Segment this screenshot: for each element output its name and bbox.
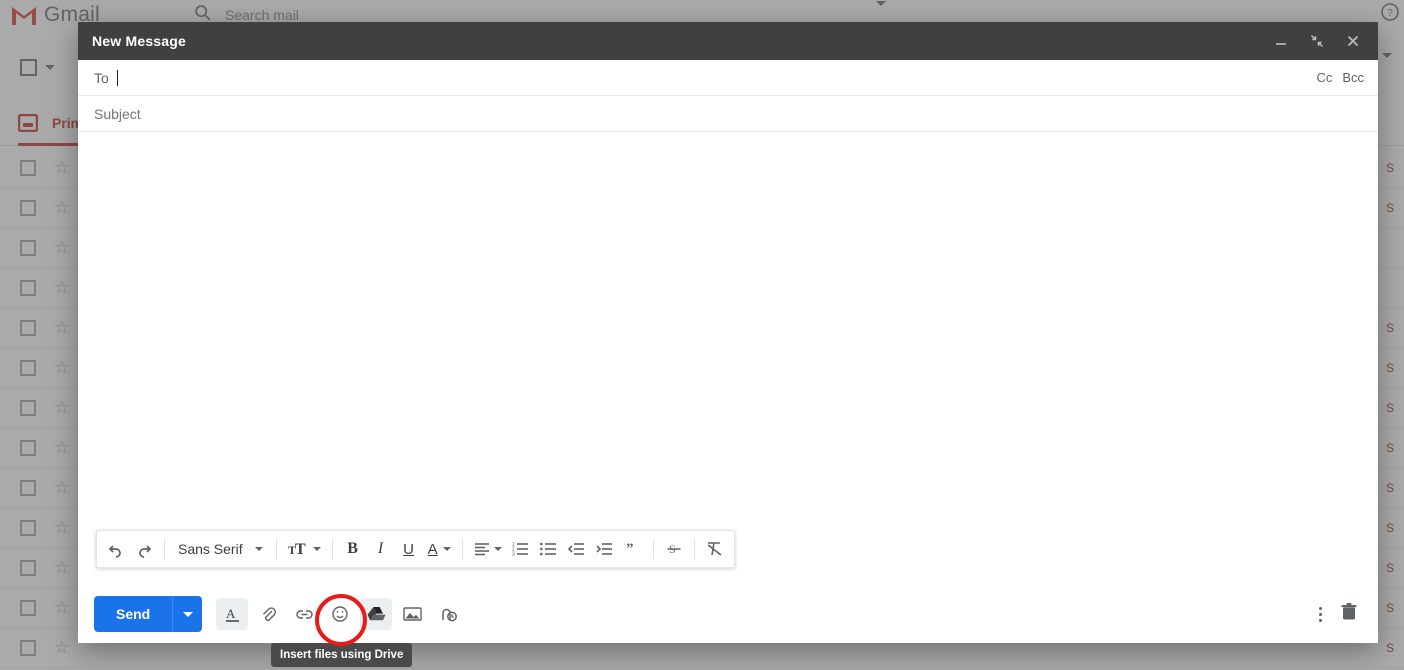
send-button[interactable]: Send xyxy=(94,596,173,632)
cc-button[interactable]: Cc xyxy=(1316,70,1332,85)
insert-link-icon[interactable] xyxy=(288,598,320,630)
more-options-icon[interactable] xyxy=(1319,606,1322,622)
confidential-mode-icon[interactable] xyxy=(432,598,464,630)
message-body-input[interactable] xyxy=(78,132,1378,585)
formatting-toolbar: Sans Serif T T B I U A 123 ” S xyxy=(96,530,735,568)
insert-emoji-icon[interactable] xyxy=(324,598,356,630)
svg-text:”: ” xyxy=(626,542,634,556)
compose-header: New Message xyxy=(78,22,1378,60)
compose-action-bar: Send A xyxy=(78,585,1378,643)
remove-formatting-icon[interactable] xyxy=(702,534,728,564)
underline-button[interactable]: U xyxy=(396,534,422,564)
indent-more-icon[interactable] xyxy=(592,534,618,564)
insert-drive-icon[interactable] xyxy=(360,598,393,630)
text-color-letter: A xyxy=(427,540,438,558)
toolbar-divider xyxy=(331,539,333,559)
toolbar-divider xyxy=(461,539,463,559)
send-options-button[interactable] xyxy=(172,596,203,632)
to-field-row[interactable]: To Cc Bcc xyxy=(78,60,1378,96)
compose-title: New Message xyxy=(92,33,187,49)
exit-fullscreen-button[interactable] xyxy=(1308,32,1326,50)
bold-button[interactable]: B xyxy=(340,534,366,564)
toolbar-divider xyxy=(693,539,695,559)
text-color-button[interactable]: A xyxy=(424,534,455,564)
chevron-down-icon xyxy=(182,611,193,617)
toolbar-divider xyxy=(275,539,277,559)
strikethrough-icon[interactable]: S xyxy=(661,534,687,564)
to-label: To xyxy=(94,69,109,86)
text-cursor xyxy=(116,69,118,86)
chevron-down-icon xyxy=(254,547,263,551)
italic-button[interactable]: I xyxy=(368,534,394,564)
font-family-value: Sans Serif xyxy=(178,541,243,557)
bulleted-list-icon[interactable] xyxy=(536,534,562,564)
indent-less-icon[interactable] xyxy=(564,534,590,564)
svg-text:T: T xyxy=(295,541,306,558)
svg-text:3: 3 xyxy=(512,552,515,557)
insert-photo-icon[interactable] xyxy=(396,598,428,630)
subject-placeholder: Subject xyxy=(94,105,141,122)
subject-field-row[interactable]: Subject xyxy=(78,96,1378,132)
close-button[interactable] xyxy=(1344,32,1362,50)
align-icon[interactable] xyxy=(470,534,506,564)
redo-icon[interactable] xyxy=(131,534,157,564)
svg-text:A: A xyxy=(226,606,236,621)
toolbar-divider xyxy=(652,539,654,559)
formatting-options-icon[interactable]: A xyxy=(216,598,249,630)
discard-draft-icon[interactable] xyxy=(1340,602,1358,626)
quote-icon[interactable]: ” xyxy=(620,534,646,564)
toolbar-divider xyxy=(164,539,165,559)
undo-icon[interactable] xyxy=(103,534,129,564)
numbered-list-icon[interactable]: 123 xyxy=(508,534,534,564)
minimize-button[interactable] xyxy=(1272,32,1290,50)
tooltip-insert-drive: Insert files using Drive xyxy=(271,643,413,667)
compose-window: New Message To Cc Bcc Subject Sans Serif… xyxy=(78,22,1378,643)
text-size-icon[interactable]: T T xyxy=(284,534,325,564)
bcc-button[interactable]: Bcc xyxy=(1342,70,1364,85)
attach-file-icon[interactable] xyxy=(252,598,284,630)
font-family-select[interactable]: Sans Serif xyxy=(172,541,269,557)
send-button-group[interactable]: Send xyxy=(94,596,203,632)
